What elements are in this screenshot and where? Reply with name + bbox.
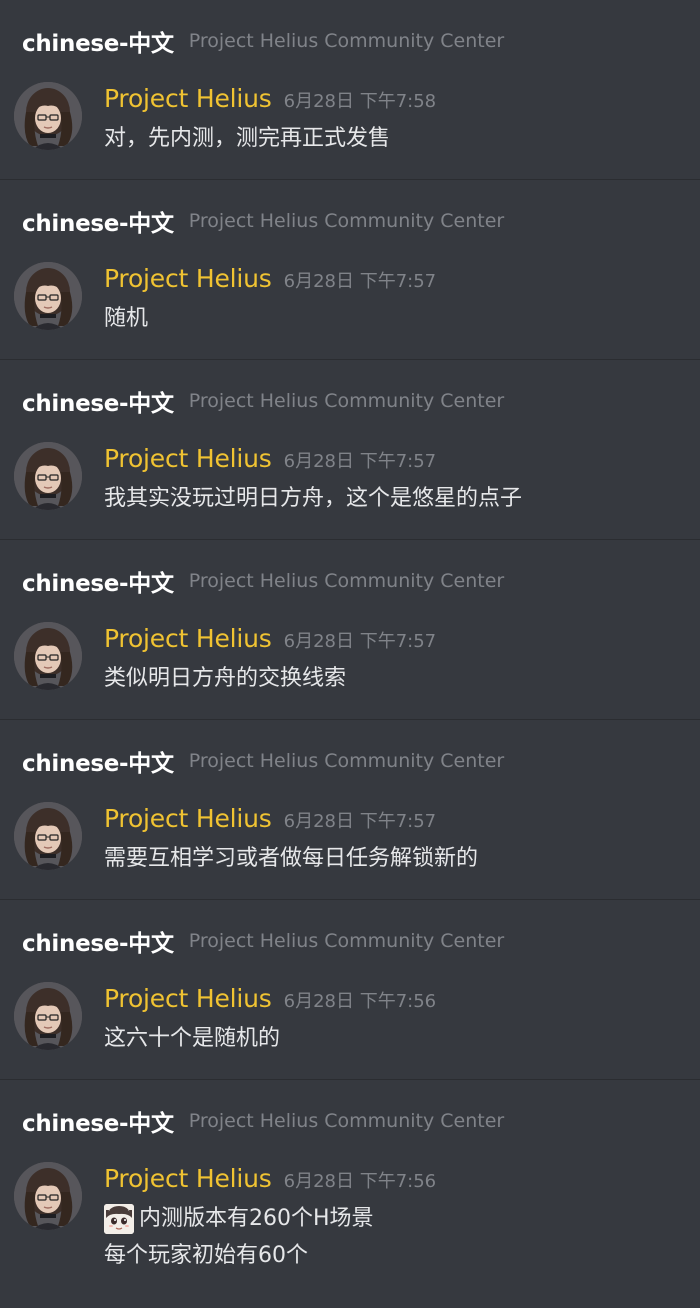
channel-name[interactable]: chinese-中文 bbox=[22, 564, 174, 598]
message-card[interactable]: chinese-中文 Project Helius Community Cent… bbox=[0, 1080, 700, 1308]
channel-name[interactable]: chinese-中文 bbox=[22, 204, 174, 238]
message-body: Project Helius 6月28日 下午7:57 类似明日方舟的交换线索 bbox=[104, 624, 690, 697]
server-name: Project Helius Community Center bbox=[188, 390, 505, 412]
author-name[interactable]: Project Helius bbox=[104, 984, 272, 1013]
channel-header: chinese-中文 Project Helius Community Cent… bbox=[22, 565, 504, 597]
message-body: Project Helius 6月28日 下午7:58 对，先内测，测完再正式发… bbox=[104, 84, 690, 157]
server-name: Project Helius Community Center bbox=[188, 30, 505, 52]
channel-header: chinese-中文 Project Helius Community Cent… bbox=[22, 1105, 504, 1137]
message-text: 内测版本有260个H场景 bbox=[139, 1206, 374, 1231]
message-timestamp: 6月28日 下午7:57 bbox=[283, 271, 437, 292]
message-timestamp: 6月28日 下午7:56 bbox=[283, 1171, 437, 1192]
user-avatar[interactable] bbox=[14, 982, 82, 1050]
message-card[interactable]: chinese-中文 Project Helius Community Cent… bbox=[0, 360, 700, 540]
anime-face-sticker-icon bbox=[104, 1203, 134, 1234]
channel-name[interactable]: chinese-中文 bbox=[22, 1104, 174, 1138]
author-name[interactable]: Project Helius bbox=[104, 624, 272, 653]
channel-header: chinese-中文 Project Helius Community Cent… bbox=[22, 385, 504, 417]
author-name[interactable]: Project Helius bbox=[104, 84, 272, 113]
message-header: Project Helius 6月28日 下午7:56 bbox=[104, 1164, 690, 1200]
channel-name[interactable]: chinese-中文 bbox=[22, 924, 174, 958]
server-name: Project Helius Community Center bbox=[188, 750, 505, 772]
author-name[interactable]: Project Helius bbox=[104, 264, 272, 293]
message-header: Project Helius 6月28日 下午7:57 bbox=[104, 444, 690, 480]
channel-header: chinese-中文 Project Helius Community Cent… bbox=[22, 25, 504, 57]
channel-name[interactable]: chinese-中文 bbox=[22, 24, 174, 58]
message-header: Project Helius 6月28日 下午7:58 bbox=[104, 84, 690, 120]
user-avatar[interactable] bbox=[14, 262, 82, 330]
message-header: Project Helius 6月28日 下午7:56 bbox=[104, 984, 690, 1020]
server-name: Project Helius Community Center bbox=[188, 210, 505, 232]
message-timestamp: 6月28日 下午7:57 bbox=[283, 811, 437, 832]
user-avatar[interactable] bbox=[14, 1162, 82, 1230]
notification-feed: chinese-中文 Project Helius Community Cent… bbox=[0, 0, 700, 1308]
server-name: Project Helius Community Center bbox=[188, 1110, 505, 1132]
message-text: 我其实没玩过明日方舟，这个是悠星的点子 bbox=[104, 486, 523, 511]
server-name: Project Helius Community Center bbox=[188, 570, 505, 592]
server-name: Project Helius Community Center bbox=[188, 930, 505, 952]
message-body: Project Helius 6月28日 下午7:57 我其实没玩过明日方舟，这… bbox=[104, 444, 690, 517]
message-header: Project Helius 6月28日 下午7:57 bbox=[104, 624, 690, 660]
channel-name[interactable]: chinese-中文 bbox=[22, 744, 174, 778]
message-header: Project Helius 6月28日 下午7:57 bbox=[104, 804, 690, 840]
message-text: 这六十个是随机的 bbox=[104, 1026, 281, 1051]
message-card[interactable]: chinese-中文 Project Helius Community Cent… bbox=[0, 0, 700, 180]
message-text-line: 内测版本有260个H场景 bbox=[104, 1200, 690, 1237]
author-name[interactable]: Project Helius bbox=[104, 444, 272, 473]
message-card[interactable]: chinese-中文 Project Helius Community Cent… bbox=[0, 180, 700, 360]
message-text: 对，先内测，测完再正式发售 bbox=[104, 126, 391, 151]
user-avatar[interactable] bbox=[14, 802, 82, 870]
channel-name[interactable]: chinese-中文 bbox=[22, 384, 174, 418]
channel-header: chinese-中文 Project Helius Community Cent… bbox=[22, 745, 504, 777]
message-body: Project Helius 6月28日 下午7:57 需要互相学习或者做每日任… bbox=[104, 804, 690, 877]
message-body: Project Helius 6月28日 下午7:56 内测版本有260个H场景… bbox=[104, 1164, 690, 1274]
channel-header: chinese-中文 Project Helius Community Cent… bbox=[22, 205, 504, 237]
channel-header: chinese-中文 Project Helius Community Cent… bbox=[22, 925, 504, 957]
message-card[interactable]: chinese-中文 Project Helius Community Cent… bbox=[0, 720, 700, 900]
message-text: 每个玩家初始有60个 bbox=[104, 1243, 308, 1268]
message-card[interactable]: chinese-中文 Project Helius Community Cent… bbox=[0, 900, 700, 1080]
message-timestamp: 6月28日 下午7:58 bbox=[283, 91, 437, 112]
message-header: Project Helius 6月28日 下午7:57 bbox=[104, 264, 690, 300]
message-text: 类似明日方舟的交换线索 bbox=[104, 666, 347, 691]
author-name[interactable]: Project Helius bbox=[104, 804, 272, 833]
message-card[interactable]: chinese-中文 Project Helius Community Cent… bbox=[0, 540, 700, 720]
user-avatar[interactable] bbox=[14, 82, 82, 150]
message-timestamp: 6月28日 下午7:56 bbox=[283, 991, 437, 1012]
user-avatar[interactable] bbox=[14, 442, 82, 510]
message-text: 需要互相学习或者做每日任务解锁新的 bbox=[104, 846, 479, 871]
message-text: 随机 bbox=[104, 306, 149, 331]
message-timestamp: 6月28日 下午7:57 bbox=[283, 451, 437, 472]
user-avatar[interactable] bbox=[14, 622, 82, 690]
message-timestamp: 6月28日 下午7:57 bbox=[283, 631, 437, 652]
message-body: Project Helius 6月28日 下午7:57 随机 bbox=[104, 264, 690, 337]
author-name[interactable]: Project Helius bbox=[104, 1164, 272, 1193]
message-body: Project Helius 6月28日 下午7:56 这六十个是随机的 bbox=[104, 984, 690, 1057]
